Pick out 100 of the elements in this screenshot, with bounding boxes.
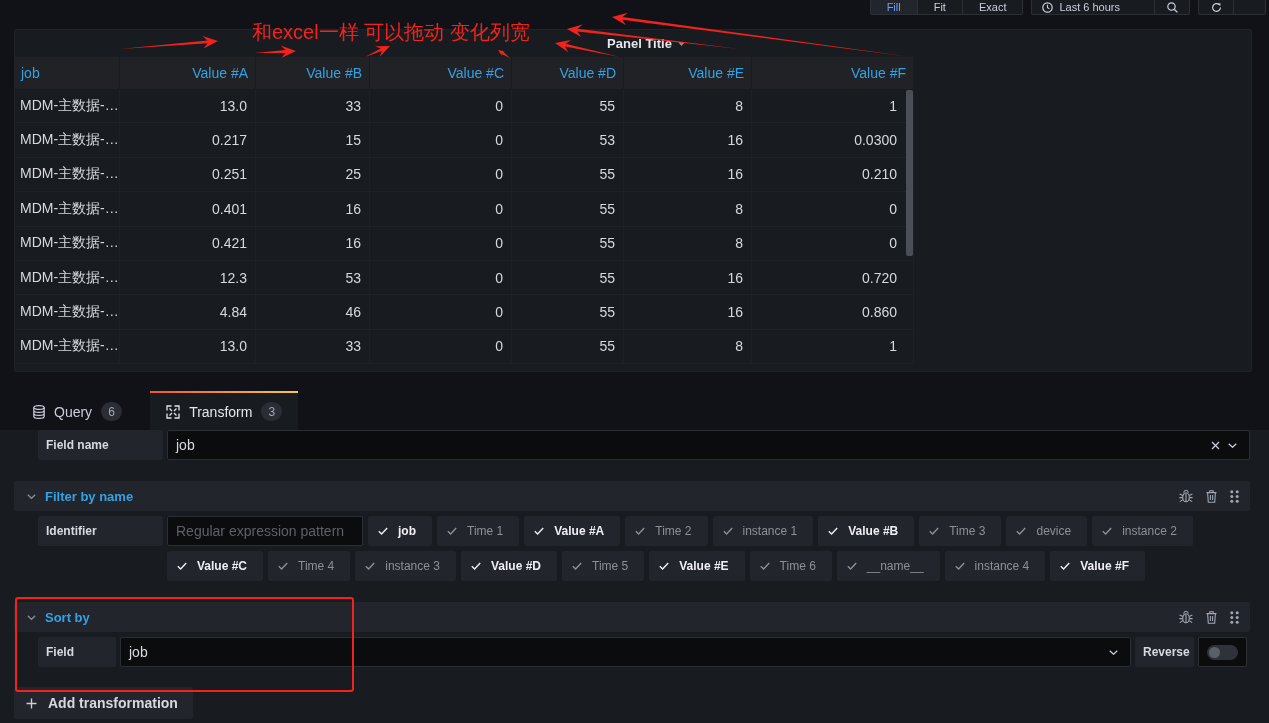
column-header[interactable]: Value #B [256, 57, 370, 89]
transformation-header[interactable]: Sort by [14, 602, 1250, 632]
field-label: Field [38, 637, 116, 667]
table-cell: MDM-主数据-… [14, 192, 120, 227]
table-cell: 13.0 [120, 89, 256, 124]
check-icon [722, 527, 733, 535]
trash-icon[interactable] [1206, 610, 1217, 624]
field-chip[interactable]: device [1006, 516, 1088, 546]
field-chip[interactable]: Time 2 [625, 516, 708, 546]
annotation-arrow [365, 46, 390, 57]
panel-title[interactable]: Panel Title [607, 36, 672, 51]
table-cell: 16 [624, 260, 752, 296]
check-icon [929, 527, 940, 535]
table-cell: 0.720 [752, 260, 914, 296]
field-chip[interactable]: Value #D [460, 551, 557, 581]
check-icon [1102, 527, 1113, 535]
chevron-icon[interactable] [27, 491, 36, 501]
table-cell: 16 [256, 226, 370, 261]
table-cell: 16 [624, 157, 752, 193]
table-cell: 0 [370, 192, 512, 227]
table-cell: 53 [256, 260, 370, 296]
chevron-down-icon[interactable] [1228, 442, 1237, 448]
column-header[interactable]: Value #D [512, 57, 624, 89]
column-header[interactable]: Value #F [752, 57, 914, 89]
table-cell: 0 [370, 329, 512, 365]
drag-handle-icon[interactable] [1230, 489, 1239, 503]
refresh-icon [1210, 1, 1222, 13]
pattern-field[interactable]: Regular expression pattern [167, 516, 363, 546]
close-icon[interactable] [1211, 440, 1220, 450]
transformation-header[interactable]: Filter by name [14, 481, 1250, 511]
column-header[interactable]: job [14, 57, 120, 89]
field-chip[interactable]: Time 6 [749, 551, 832, 581]
table-cell: 16 [624, 295, 752, 330]
transformation-title[interactable]: Filter by name [45, 488, 134, 504]
field-chip[interactable]: instance 2 [1092, 516, 1193, 546]
check-icon [659, 562, 670, 570]
field-label: Field name [38, 430, 163, 460]
check-icon [759, 562, 770, 570]
column-header[interactable]: Value #E [624, 57, 752, 89]
field-chip[interactable]: instance 3 [355, 551, 456, 581]
view-mode-button[interactable]: Exact [962, 0, 1023, 14]
field-chip[interactable]: Value #C [167, 551, 264, 581]
editor-tab[interactable]: Query 6 [17, 391, 139, 430]
field-chip[interactable]: instance 1 [712, 516, 814, 546]
table-cell: 16 [256, 192, 370, 227]
bug-icon[interactable] [1179, 489, 1193, 503]
field-chip[interactable]: Value #E [649, 551, 745, 581]
field-chip[interactable]: Value #F [1050, 551, 1145, 581]
table-cell: 8 [624, 192, 752, 227]
editor-tab[interactable]: Transform 3 [150, 391, 299, 430]
corner-arrows-icon [166, 404, 181, 419]
table-cell: 33 [256, 329, 370, 365]
field-chip[interactable]: Value #B [818, 516, 915, 546]
table-cell: 15 [256, 123, 370, 158]
select-field[interactable]: job [120, 637, 1131, 667]
check-icon [1060, 562, 1071, 570]
table-cell: 55 [512, 295, 624, 330]
column-header[interactable]: Value #C [370, 57, 512, 89]
table-cell: 4.84 [120, 295, 256, 330]
field-chip[interactable]: instance 4 [944, 551, 1046, 581]
table-cell: 25 [256, 157, 370, 193]
field-label: Reverse [1135, 637, 1194, 667]
chevron-down-icon[interactable] [1109, 649, 1118, 655]
scrollbar-thumb[interactable] [906, 90, 913, 256]
table-cell: 0.401 [120, 192, 256, 227]
column-header[interactable]: Value #A [120, 57, 256, 89]
toggle-switch[interactable] [1207, 644, 1238, 660]
field-chip[interactable]: Time 3 [919, 516, 1002, 546]
field-chip[interactable]: __name__ [836, 551, 940, 581]
chevron-icon[interactable] [27, 612, 36, 622]
select-field[interactable]: job [167, 430, 1250, 460]
field-label: Identifier [38, 516, 163, 546]
check-icon [954, 562, 965, 570]
database-icon [33, 404, 45, 419]
count-badge: 6 [101, 402, 123, 421]
magnifier-icon [1166, 1, 1178, 13]
check-icon [177, 562, 187, 570]
plus-icon [26, 697, 37, 709]
table-cell: 53 [512, 123, 624, 158]
bug-icon[interactable] [1179, 610, 1193, 624]
field-chip[interactable]: Time 5 [562, 551, 645, 581]
trash-icon[interactable] [1206, 489, 1217, 503]
table-cell: 0.251 [120, 157, 256, 193]
table-cell: 1 [752, 329, 914, 365]
table-cell: 0.217 [120, 123, 256, 158]
table-cell: 0.860 [752, 295, 914, 330]
field-chip[interactable]: Time 1 [437, 516, 520, 546]
field-chip[interactable]: Value #A [524, 516, 621, 546]
check-icon [378, 527, 388, 535]
field-chip[interactable]: job [368, 516, 432, 546]
view-mode-button[interactable]: Fill [870, 0, 918, 14]
table-cell: 0.421 [120, 226, 256, 261]
table-cell: 8 [624, 89, 752, 124]
view-mode-button[interactable]: Fit [917, 0, 963, 14]
clock-icon [1042, 1, 1054, 13]
transformation-title[interactable]: Sort by [45, 609, 90, 625]
field-chip[interactable]: Time 4 [268, 551, 351, 581]
drag-handle-icon[interactable] [1230, 610, 1239, 624]
add-transformation-button[interactable]: Add transformation [14, 687, 193, 719]
table-cell: 55 [512, 157, 624, 193]
